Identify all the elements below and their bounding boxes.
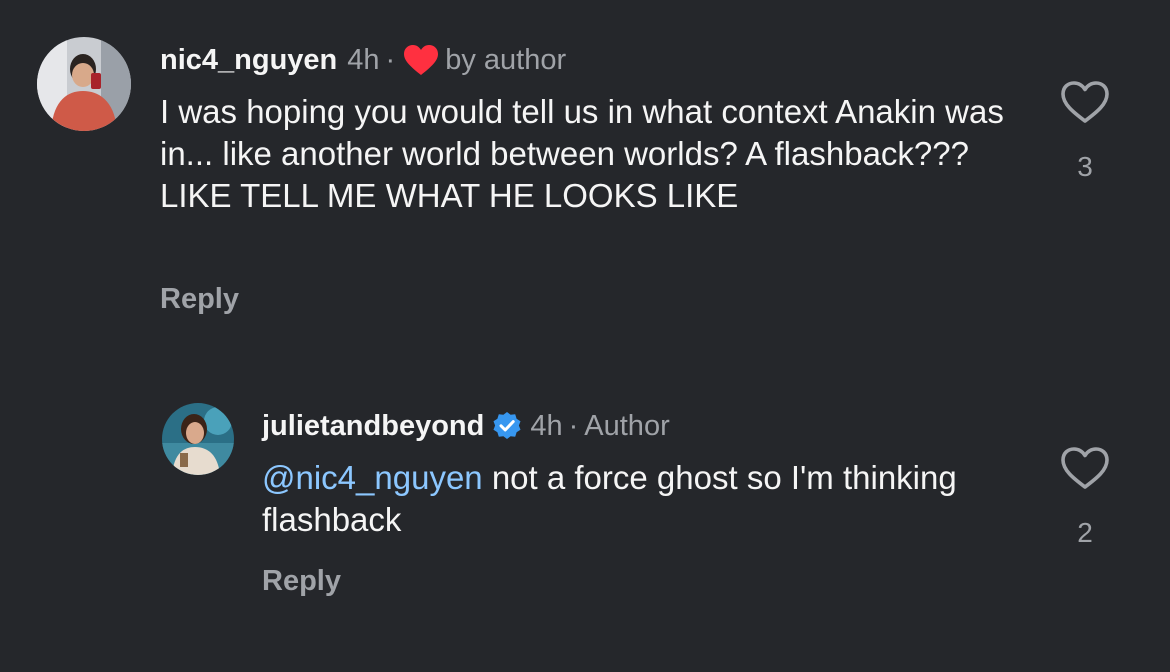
reply-button[interactable]: Reply <box>160 283 239 316</box>
avatar[interactable] <box>162 403 234 475</box>
heart-outline-icon <box>1061 447 1109 489</box>
username[interactable]: julietandbeyond <box>262 410 484 443</box>
comment: nic4_nguyen 4h · by author I was hoping … <box>0 0 1170 340</box>
comment-meta: nic4_nguyen 4h · by author <box>160 42 566 78</box>
avatar-image <box>162 403 234 475</box>
like-button[interactable] <box>1059 445 1111 491</box>
comment-meta: julietandbeyond 4h · Author <box>262 408 670 444</box>
timestamp: 4h <box>347 43 380 76</box>
like-count: 2 <box>1077 517 1093 548</box>
comment-text: I was hoping you would tell us in what c… <box>160 93 1004 214</box>
like-count: 3 <box>1077 151 1093 182</box>
timestamp: 4h <box>530 409 563 442</box>
comment-text: @nic4_nguyen not a force ghost so I'm th… <box>262 457 982 541</box>
liked-by-author-label: by author <box>445 43 567 76</box>
verified-badge-icon <box>492 411 522 441</box>
heart-filled-shape <box>404 45 439 75</box>
separator: · <box>568 409 579 442</box>
username[interactable]: nic4_nguyen <box>160 44 337 77</box>
author-label: Author <box>584 409 670 442</box>
avatar-image <box>37 37 131 131</box>
reply-comment: julietandbeyond 4h · Author @nic4_nguyen… <box>0 380 1170 672</box>
heart-outline-icon <box>1061 81 1109 123</box>
reply-button[interactable]: Reply <box>262 565 341 598</box>
like-button[interactable] <box>1059 79 1111 125</box>
separator: · <box>385 43 396 76</box>
avatar[interactable] <box>37 37 131 131</box>
mention-link[interactable]: @nic4_nguyen <box>262 459 483 496</box>
heart-filled-icon <box>403 44 439 76</box>
verified-badge-shape <box>493 412 521 439</box>
